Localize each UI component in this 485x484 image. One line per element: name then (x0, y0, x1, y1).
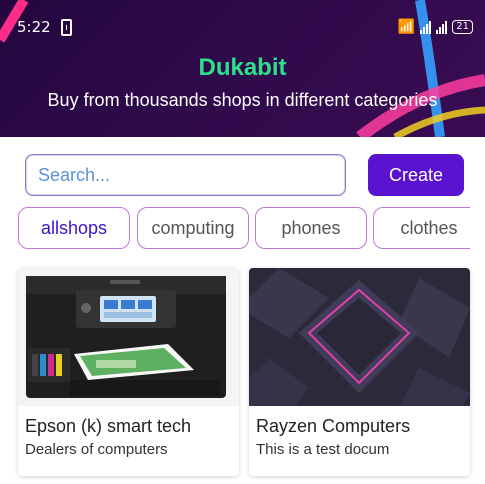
shop-name: Epson (k) smart tech (25, 416, 192, 436)
shop-description: This is a test docum (256, 441, 390, 458)
shop-card[interactable]: Rayzen Computers This is a test docum (249, 268, 470, 476)
shop-card[interactable]: Epson (k) smart tech Dealers of computer… (18, 268, 239, 476)
shop-image-abstract (249, 268, 470, 406)
shop-image-printer (18, 268, 239, 406)
status-time: 5:22 (17, 18, 51, 36)
category-chips: allshops computing phones clothes (18, 207, 470, 249)
battery-saver-icon (61, 19, 72, 36)
app-header: 5:22 📶 21 Dukabit Buy from thousands sho… (0, 0, 485, 137)
battery-icon: 21 (452, 19, 473, 34)
shop-name: Rayzen Computers (256, 416, 411, 436)
signal-icon-2 (436, 20, 448, 34)
signal-icon (420, 20, 432, 34)
chip-clothes[interactable]: clothes (373, 207, 470, 249)
status-bar: 5:22 📶 21 (0, 0, 485, 56)
chip-computing[interactable]: computing (137, 207, 249, 249)
chip-phones[interactable]: phones (255, 207, 367, 249)
app-subtitle: Buy from thousands shops in different ca… (47, 90, 438, 110)
search-input[interactable] (25, 154, 346, 196)
wifi-icon: 📶 (397, 18, 416, 34)
chip-allshops[interactable]: allshops (18, 207, 130, 249)
shop-description: Dealers of computers (25, 441, 168, 458)
create-button[interactable]: Create (368, 154, 464, 196)
app-title: Dukabit (198, 54, 287, 81)
status-icons: 📶 21 (398, 18, 473, 35)
